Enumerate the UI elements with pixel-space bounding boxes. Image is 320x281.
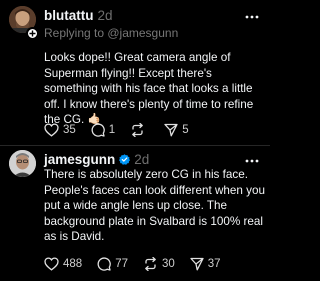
repost-icon [145, 257, 156, 271]
reply-post: blutattu 2d Replying to @jamesgunn Looks … [0, 0, 270, 146]
post-text: There is absolutely zero CG in his face.… [44, 168, 265, 244]
heart-icon [44, 257, 59, 271]
share-button[interactable]: 5 [164, 123, 189, 137]
verified-badge-icon [119, 154, 131, 165]
avatar[interactable] [9, 150, 36, 177]
action-bar: 35 1 5 [44, 122, 204, 138]
post-header: blutattu 2d [44, 8, 113, 23]
reply-count: 1 [108, 124, 116, 136]
repost-button[interactable] [130, 123, 149, 137]
share-count: 37 [207, 258, 221, 270]
reply-button[interactable]: 1 [91, 123, 115, 137]
post-header: jamesgunn 2d [44, 152, 149, 167]
repost-icon [132, 123, 144, 137]
more-options-icon[interactable] [245, 15, 259, 19]
reply-button[interactable]: 77 [97, 257, 128, 271]
share-button[interactable]: 37 [190, 257, 221, 271]
more-options-icon[interactable] [245, 159, 259, 163]
send-icon [164, 123, 178, 137]
like-button[interactable]: 35 [44, 123, 76, 137]
action-bar: 488 77 30 37 [44, 256, 236, 272]
post-text: Looks dope!! Great camera angle of Super… [44, 51, 254, 127]
username-link[interactable]: jamesgunn [44, 152, 115, 167]
like-count: 488 [63, 258, 83, 270]
comment-icon [91, 123, 105, 137]
like-button[interactable]: 488 [44, 257, 82, 271]
like-count: 35 [63, 124, 76, 136]
comment-icon [97, 257, 111, 271]
reply-count: 77 [115, 258, 128, 270]
follow-plus-icon[interactable] [26, 27, 39, 40]
share-count: 5 [182, 124, 189, 136]
post-time: 2d [97, 8, 113, 23]
username-link[interactable]: blutattu [44, 8, 94, 23]
send-icon [190, 257, 204, 271]
repost-button[interactable]: 30 [143, 257, 175, 271]
replying-to-label: Replying to @jamesgunn [44, 26, 179, 40]
heart-icon [44, 123, 59, 137]
author-reply-post: jamesgunn 2d There is absolutely zero CG… [0, 146, 270, 281]
post-time: 2d [134, 152, 150, 167]
repost-count: 30 [161, 258, 175, 270]
